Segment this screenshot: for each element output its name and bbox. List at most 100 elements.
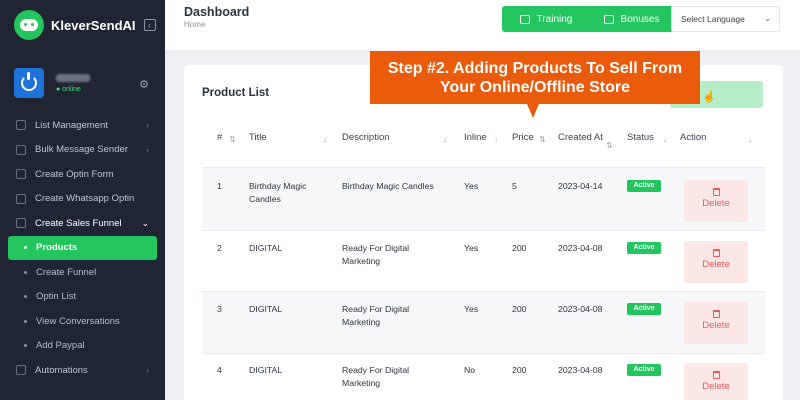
table-row xyxy=(202,292,765,354)
column-header-inline[interactable]: Inline ↓ xyxy=(464,131,498,144)
product-list-card: Product List ☝ # ⇅ Title ↓ Description ↓… xyxy=(184,65,783,400)
trash-icon xyxy=(712,371,720,379)
column-header-created-at[interactable]: Created At ⇅ xyxy=(558,131,613,150)
delete-button[interactable]: Delete xyxy=(684,180,748,222)
callout-pointer xyxy=(527,104,539,118)
sidebar-item-label: Create Sales Funnel xyxy=(35,217,122,229)
bullet-icon xyxy=(24,246,27,250)
cell-created-at: 2023-04-08 xyxy=(558,365,603,375)
delete-label: Delete xyxy=(702,259,730,270)
column-header-label: Created At xyxy=(558,132,603,143)
chevron-right-icon: › xyxy=(146,144,149,155)
gift-icon xyxy=(603,14,614,24)
sidebar-item-label: Create Whatsapp Optin xyxy=(35,193,135,205)
cell-number: 2 xyxy=(217,243,222,253)
tutorial-callout: Step #2. Adding Products To Sell From Yo… xyxy=(370,51,700,104)
column-header-label: Action xyxy=(680,132,707,143)
cell-price: 200 xyxy=(512,365,527,375)
cell-title: DIGITAL xyxy=(249,365,283,375)
cell-created-at: 2023-04-14 xyxy=(558,181,603,191)
column-header-price[interactable]: Price ⇅ xyxy=(512,131,546,144)
column-header-title[interactable]: Title ↓ xyxy=(249,131,327,144)
cell-title: DIGITAL xyxy=(249,304,283,314)
sort-icon: ⇅ xyxy=(606,141,613,150)
cell-price: 200 xyxy=(512,243,527,253)
cell-created-at: 2023-04-08 xyxy=(558,243,603,253)
bullet-icon xyxy=(24,270,27,274)
column-header-status[interactable]: Status ↓ xyxy=(627,131,667,144)
row-divider xyxy=(202,230,765,231)
funnel-icon xyxy=(16,218,26,229)
chevron-down-icon: ⌄ xyxy=(141,217,149,228)
bullet-icon xyxy=(24,295,27,299)
cell-price: 5 xyxy=(512,181,517,191)
trash-icon xyxy=(712,310,720,318)
column-header-label: Price xyxy=(512,132,534,143)
message-icon xyxy=(16,144,26,155)
sidebar-item-bulk-message-sender[interactable]: Bulk Message Sender › xyxy=(0,138,165,163)
cell-inline: No xyxy=(464,365,476,375)
brand-name: KleverSendAI xyxy=(51,17,136,33)
sidebar-item-list-management[interactable]: List Management › xyxy=(0,113,165,138)
sidebar-collapse-icon[interactable]: ‹ xyxy=(143,19,156,31)
training-button[interactable]: Training xyxy=(502,6,590,32)
cell-inline: Yes xyxy=(464,181,479,191)
delete-button[interactable]: Delete xyxy=(684,302,748,344)
gear-icon[interactable]: ⚙ xyxy=(139,78,149,91)
cell-description: Ready For Digital Marketing xyxy=(342,365,410,388)
delete-label: Delete xyxy=(702,320,730,331)
sort-icon: ↓ xyxy=(748,135,752,144)
sidebar-subitem-label: View Conversations xyxy=(36,315,120,327)
sidebar-subitem-label: Products xyxy=(36,242,78,254)
brand[interactable]: KleverSendAI ‹ xyxy=(0,0,165,50)
status-badge: Active xyxy=(627,180,661,192)
column-header-label: Inline xyxy=(464,132,487,143)
column-header-description[interactable]: Description ↓ xyxy=(342,131,447,144)
chevron-right-icon: › xyxy=(146,365,149,376)
sidebar-item-create-sales-funnel[interactable]: Create Sales Funnel ⌄ xyxy=(0,211,165,236)
whatsapp-icon xyxy=(16,193,26,204)
sidebar-item-label: List Management xyxy=(35,119,108,131)
column-header-number[interactable]: # ⇅ xyxy=(217,131,236,144)
sort-icon: ⇅ xyxy=(229,135,236,144)
sidebar-subitem-optin-list[interactable]: Optin List xyxy=(0,285,165,310)
cell-created-at: 2023-04-08 xyxy=(558,304,603,314)
avatar[interactable] xyxy=(14,68,44,98)
cell-inline: Yes xyxy=(464,243,479,253)
sidebar-item-automations[interactable]: Automations › xyxy=(0,358,165,383)
profile-name-blurred xyxy=(56,73,90,82)
user-profile: ● online ⚙ xyxy=(0,58,165,108)
column-header-label: Title xyxy=(249,132,267,143)
delete-label: Delete xyxy=(702,381,730,392)
chevron-down-icon: ⌄ xyxy=(764,14,771,23)
column-header-action[interactable]: Action ↓ xyxy=(680,131,752,144)
sidebar-nav: List Management › Bulk Message Sender › … xyxy=(0,113,165,383)
delete-button[interactable]: Delete xyxy=(684,241,748,283)
sidebar-item-create-optin-form[interactable]: Create Optin Form xyxy=(0,162,165,187)
delete-button[interactable]: Delete xyxy=(684,363,748,400)
sidebar-subitem-products[interactable]: Products xyxy=(8,235,157,260)
card-title: Product List xyxy=(202,87,270,99)
sidebar-subitem-view-conversations[interactable]: View Conversations xyxy=(0,309,165,334)
sidebar-subitem-add-paypal[interactable]: Add Paypal xyxy=(0,334,165,359)
top-header: Dashboard Home Training Bonuses Select L… xyxy=(165,0,800,50)
form-icon xyxy=(16,169,26,180)
sort-icon: ⇅ xyxy=(539,135,546,144)
power-icon xyxy=(21,72,37,91)
automation-icon xyxy=(16,365,26,376)
robot-logo-icon xyxy=(14,10,44,40)
row-divider xyxy=(202,353,765,354)
sidebar-item-create-whatsapp-optin[interactable]: Create Whatsapp Optin xyxy=(0,187,165,212)
status-badge: Active xyxy=(627,303,661,315)
bonuses-button[interactable]: Bonuses xyxy=(586,6,677,32)
trash-icon xyxy=(712,188,720,196)
status-badge: Active xyxy=(627,242,661,254)
sidebar-item-label: Bulk Message Sender xyxy=(35,144,128,156)
language-select[interactable]: Select Language ⌄ xyxy=(671,6,780,32)
cell-price: 200 xyxy=(512,304,527,314)
sidebar-item-label: Create Optin Form xyxy=(35,168,114,180)
breadcrumb[interactable]: Home xyxy=(184,20,205,29)
page-title: Dashboard xyxy=(184,5,250,19)
sidebar-subitem-create-funnel[interactable]: Create Funnel xyxy=(0,260,165,285)
bonuses-label: Bonuses xyxy=(620,13,660,25)
